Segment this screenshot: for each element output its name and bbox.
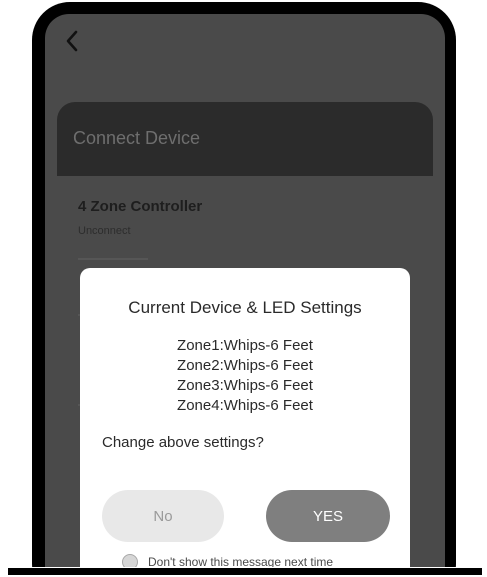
- page-title: Connect Device: [73, 128, 201, 148]
- app-screen: Connect Device 4 Zone Controller Unconne…: [45, 14, 445, 574]
- app-stage: Connect Device 4 Zone Controller Unconne…: [0, 0, 487, 577]
- yes-button[interactable]: YES: [266, 490, 390, 542]
- list-item: Zone2:Whips-6 Feet: [177, 357, 313, 374]
- connect-device-header: Connect Device: [57, 102, 433, 176]
- device-status: Unconnect: [78, 225, 131, 237]
- dialog-title: Current Device & LED Settings: [128, 298, 362, 317]
- settings-dialog: Current Device & LED Settings Zone1:Whip…: [80, 268, 410, 574]
- no-button[interactable]: No: [102, 490, 224, 542]
- zone-settings-list: Zone1:Whips-6 Feet Zone2:Whips-6 Feet Zo…: [80, 336, 410, 416]
- device-name[interactable]: 4 Zone Controller: [78, 198, 202, 215]
- chevron-left-icon: [66, 30, 78, 52]
- change-settings-question: Change above settings?: [102, 434, 264, 451]
- back-button[interactable]: [57, 26, 87, 56]
- list-item: Zone1:Whips-6 Feet: [177, 337, 313, 354]
- list-item: Zone4:Whips-6 Feet: [177, 397, 313, 414]
- list-item: Zone3:Whips-6 Feet: [177, 377, 313, 394]
- background-divider: [78, 258, 148, 260]
- phone-bottom-edge: [8, 568, 482, 575]
